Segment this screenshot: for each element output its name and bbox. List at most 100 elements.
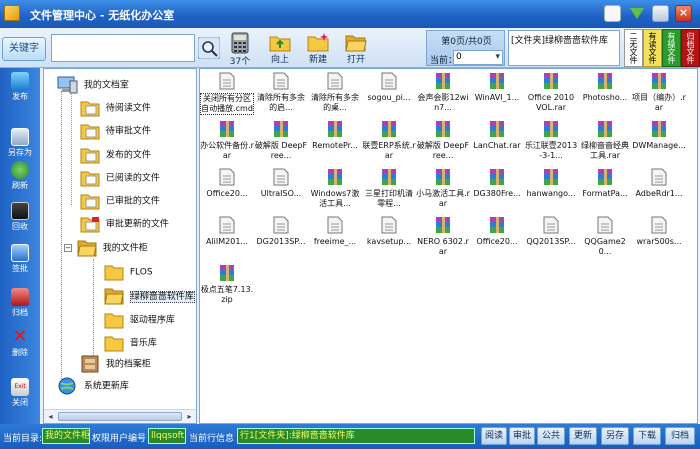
tree-label: 系统更新库 [83,381,129,392]
current-page-select[interactable]: 0 [453,50,503,65]
rar-archive-icon [379,167,399,187]
tree-scrollbar[interactable]: ◂ ▸ [44,409,196,423]
file-name: Windows7激活工具... [310,189,360,208]
file-item[interactable]: DWManage... [632,119,686,151]
file-item[interactable]: Office20... [470,215,524,247]
approve-button[interactable]: 审批 [509,427,535,445]
file-item[interactable]: 清除所有多余的桌... [308,71,362,113]
tree-item-read[interactable]: 已阅读的文件 [80,169,160,187]
tab-no-files[interactable]: 二无文件 [624,29,643,67]
tree-item-music[interactable]: 音乐库 [104,334,157,352]
update-button[interactable]: 更新 [569,427,597,445]
settings-icon[interactable] [604,5,621,22]
file-item[interactable]: 三星打印机清零程... [362,167,416,209]
file-item[interactable]: AdbeRdr1... [632,167,686,199]
file-name: freeime_... [313,237,357,246]
file-item[interactable]: 联壹ERP系统.rar [362,119,416,161]
file-item[interactable]: hanwango... [524,167,578,199]
collapse-icon[interactable]: − [64,244,72,252]
tab-operate-files[interactable]: 有操文件 [662,29,681,67]
tree-item-to-approve[interactable]: 待审批文件 [80,122,151,140]
file-item[interactable]: wrar500s... [632,215,686,247]
tree-item-published[interactable]: 发布的文件 [80,146,151,164]
file-item[interactable]: 小马激活工具.rar [416,167,470,209]
sidebar-item-label: 归档 [12,308,28,317]
save-as-button[interactable]: 另存 [601,427,629,445]
restore-button[interactable] [652,5,669,22]
document-icon [541,215,561,235]
file-item[interactable]: QQ2013SP... [524,215,578,247]
file-name: 清除所有多余的启... [257,93,305,112]
file-item[interactable]: 办公软件备份.rar [200,119,254,161]
read-button[interactable]: 阅读 [481,427,507,445]
close-button[interactable]: × [675,5,692,22]
search-input[interactable] [51,34,195,62]
file-item[interactable]: WinAVI_1... [470,71,524,103]
tree-item-archive-cabinet[interactable]: 我的档案柜 [80,355,151,373]
file-item[interactable]: AliIM201... [200,215,254,247]
file-item[interactable]: RemotePr... [308,119,362,151]
file-item[interactable]: 破解版 DeepFree... [416,119,470,161]
file-name: hanwango... [526,189,576,198]
file-item[interactable]: Office 2010 VOL.rar [524,71,578,113]
tab-read-files[interactable]: 有读文件 [643,29,662,67]
dropdown-arrow-icon[interactable] [628,5,645,22]
sidebar-item-refresh[interactable]: 刷新 [0,161,40,191]
new-button[interactable]: 新建 [298,30,338,65]
file-item[interactable]: freeime_... [308,215,362,247]
tree-item-cabinet[interactable]: − 我的文件柜 [64,239,148,257]
sidebar-item-exit[interactable]: Exit 关闭 [0,378,40,408]
file-item[interactable]: QQGame20... [578,215,632,257]
file-item[interactable]: 项目（编办）.rar [632,71,686,113]
scroll-left-icon[interactable]: ◂ [45,411,56,422]
tab-archive-files[interactable]: 归档文件 [681,29,700,67]
scroll-right-icon[interactable]: ▸ [184,411,195,422]
status-bar: 当前目录: 我的文件柜 权限用户编号 llqqsoft 当前行信息 行1[文件夹… [0,424,700,449]
file-item[interactable]: 破解版 DeepFree... [254,119,308,161]
scroll-thumb[interactable] [58,412,182,421]
document-icon [595,215,615,235]
file-item[interactable]: 清除所有多余的启... [254,71,308,113]
file-item[interactable]: DG380Fre... [470,167,524,199]
sidebar-item-save-as[interactable]: 另存为 [0,128,40,158]
tree-item-software-lib[interactable]: 绿柳啬啬软件库 [104,287,195,305]
tree-item-to-read[interactable]: 待阅读文件 [80,99,151,117]
tree-root[interactable]: 我的文档室 [56,75,129,95]
tree-item-approved[interactable]: 已审批的文件 [80,192,160,210]
file-item[interactable]: kavsetup... [362,215,416,247]
file-item[interactable]: Photosho... [578,71,632,103]
file-item[interactable]: Office20... [200,167,254,199]
sidebar-item-delete[interactable]: ✕ 删除 [0,328,40,358]
tree-item-system-update[interactable]: 系统更新库 [56,376,129,396]
tree-item-drivers[interactable]: 驱动程序库 [104,311,175,329]
tree-item-updated[interactable]: 审批更新的文件 [80,215,169,233]
user-label: 权限用户编号 [92,434,147,444]
tree-item-flos[interactable]: FLOS [104,263,153,281]
file-item[interactable]: LanChat.rar [470,119,524,151]
sidebar-item-publish[interactable]: 发布 [0,72,40,102]
file-item[interactable]: 绿柳啬啬经典工具.rar [578,119,632,161]
file-item[interactable]: DG2013SP... [254,215,308,247]
keyword-button[interactable]: 关键字 [2,37,46,61]
sidebar-item-sign[interactable]: 签批 [0,244,40,274]
refresh-icon [11,161,29,179]
file-item[interactable]: 关闭所有分区自动播放.cmd [200,71,254,115]
file-item[interactable]: 会声会影12win7... [416,71,470,113]
file-item[interactable]: 乐江联壹2013-3-1... [524,119,578,161]
sidebar-item-recycle[interactable]: 回收 [0,202,40,232]
file-item[interactable]: sogou_pi... [362,71,416,103]
search-icon[interactable] [198,37,220,59]
download-button[interactable]: 下载 [633,427,661,445]
sidebar-item-archive[interactable]: 归档 [0,288,40,318]
file-item[interactable]: 极点五笔7.13.zip [200,263,254,305]
sign-icon [11,244,29,262]
up-button[interactable]: 向上 [260,30,300,65]
file-item[interactable]: Windows7激活工具... [308,167,362,209]
archive-button[interactable]: 归档 [665,427,695,445]
file-item[interactable]: NERO 6302.rar [416,215,470,257]
file-item[interactable]: FormatPa... [578,167,632,199]
file-item[interactable]: UltraISO... [254,167,308,199]
public-button[interactable]: 公共 [537,427,565,445]
open-button[interactable]: 打开 [336,30,376,65]
rar-archive-icon [433,71,453,91]
